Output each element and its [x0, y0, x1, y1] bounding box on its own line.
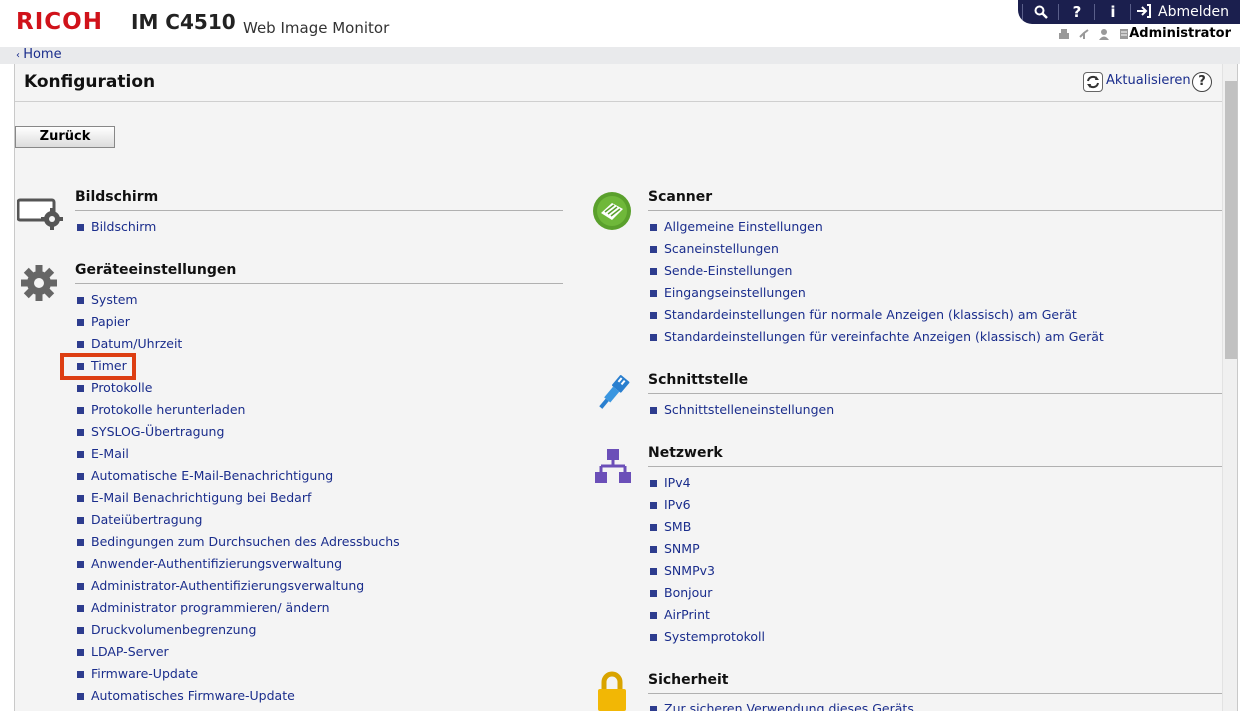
back-button[interactable]: Zurück [15, 126, 115, 148]
section-title-geraeteeinstellungen: Geräteeinstellungen [75, 262, 237, 278]
gear-icon [21, 265, 57, 301]
header: RICOH IM C4510 Web Image Monitor ? i Abm… [0, 0, 1240, 47]
link-interface-settings[interactable]: Schnittstelleneinstellungen [648, 399, 834, 421]
link-list-scanner: Allgemeine Einstellungen Scaneinstellung… [648, 216, 1104, 348]
scrollbar-thumb[interactable] [1225, 81, 1237, 359]
refresh-icon [1083, 72, 1103, 92]
link-default-simple-display[interactable]: Standardeinstellungen für vereinfachte A… [648, 326, 1104, 348]
search-icon [1034, 5, 1048, 19]
link-list-geraeteeinstellungen: System Papier Datum/Uhrzeit Timer Protok… [75, 289, 400, 707]
link-scan-settings[interactable]: Scaneinstellungen [648, 238, 1104, 260]
link-email[interactable]: E-Mail [75, 443, 400, 465]
link-bonjour[interactable]: Bonjour [648, 582, 765, 604]
model-name: IM C4510 [131, 10, 236, 34]
section-divider [75, 210, 563, 211]
link-bildschirm[interactable]: Bildschirm [75, 216, 156, 238]
link-list-bildschirm: Bildschirm [75, 216, 156, 238]
info-button[interactable]: i [1098, 0, 1128, 24]
search-button[interactable] [1026, 0, 1056, 24]
logout-icon [1137, 4, 1151, 18]
link-snmpv3[interactable]: SNMPv3 [648, 560, 765, 582]
ricoh-logo: RICOH [16, 9, 103, 35]
link-system[interactable]: System [75, 289, 400, 311]
refresh-label: Aktualisieren [1106, 73, 1191, 88]
section-divider [75, 283, 563, 284]
link-datum-uhrzeit[interactable]: Datum/Uhrzeit [75, 333, 400, 355]
section-divider [648, 210, 1222, 211]
link-papier[interactable]: Papier [75, 311, 400, 333]
product-name: Web Image Monitor [243, 19, 390, 37]
link-auto-firmware-update[interactable]: Automatisches Firmware-Update [75, 685, 400, 707]
network-icon [595, 449, 631, 483]
link-address-book-search[interactable]: Bedingungen zum Durchsuchen des Adressbu… [75, 531, 400, 553]
link-receive-settings[interactable]: Eingangseinstellungen [648, 282, 1104, 304]
link-firmware-update[interactable]: Firmware-Update [75, 663, 400, 685]
page-title: Konfiguration [24, 72, 156, 92]
scanner-icon [593, 192, 631, 230]
link-snmp[interactable]: SNMP [648, 538, 765, 560]
link-general-settings[interactable]: Allgemeine Einstellungen [648, 216, 1104, 238]
content-area: Konfiguration Aktualisieren ? Zurück Bil… [14, 64, 1238, 711]
cable-icon [599, 374, 630, 409]
lock-icon [598, 671, 626, 711]
link-ipv6[interactable]: IPv6 [648, 494, 765, 516]
link-protokolle-herunterladen[interactable]: Protokolle herunterladen [75, 399, 400, 421]
logout-button[interactable]: Abmelden [1136, 0, 1240, 24]
home-link[interactable]: ‹ Home [16, 47, 62, 62]
link-secure-usage[interactable]: Zur sicheren Verwendung dieses Geräts [648, 698, 914, 711]
link-send-settings[interactable]: Sende-Einstellungen [648, 260, 1104, 282]
section-title-schnittstelle: Schnittstelle [648, 372, 749, 388]
link-list-netzwerk: IPv4 IPv6 SMB SNMP SNMPv3 Bonjour AirPri… [648, 472, 765, 648]
help-icon[interactable]: ? [1192, 72, 1212, 92]
link-auto-email-notification[interactable]: Automatische E-Mail-Benachrichtigung [75, 465, 400, 487]
section-title-scanner: Scanner [648, 189, 713, 205]
network-status-icon [1079, 29, 1089, 39]
vertical-scrollbar[interactable] [1222, 64, 1237, 711]
link-system-log[interactable]: Systemprotokoll [648, 626, 765, 648]
logout-label: Abmelden [1158, 4, 1229, 20]
section-divider [648, 393, 1222, 394]
user-status-icon [1099, 29, 1109, 40]
link-default-normal-display[interactable]: Standardeinstellungen für normale Anzeig… [648, 304, 1104, 326]
link-email-on-demand[interactable]: E-Mail Benachrichtigung bei Bedarf [75, 487, 400, 509]
breadcrumb: ‹ Home [0, 47, 1240, 64]
help-button[interactable]: ? [1062, 0, 1092, 24]
link-print-volume[interactable]: Druckvolumenbegrenzung [75, 619, 400, 641]
link-airprint[interactable]: AirPrint [648, 604, 765, 626]
link-list-sicherheit: Zur sicheren Verwendung dieses Geräts [648, 698, 914, 711]
timer-highlight-box [60, 353, 136, 380]
link-admin-auth[interactable]: Administrator-Authentifizierungsverwaltu… [75, 575, 400, 597]
logged-in-user: Administrator [1129, 26, 1231, 41]
top-toolbar: ? i Abmelden [1018, 0, 1240, 24]
screen-settings-icon [17, 198, 63, 230]
link-syslog[interactable]: SYSLOG-Übertragung [75, 421, 400, 443]
help-icon: ? [1072, 3, 1082, 21]
link-ldap-server[interactable]: LDAP-Server [75, 641, 400, 663]
link-smb[interactable]: SMB [648, 516, 765, 538]
title-divider [15, 101, 1223, 102]
document-status-icon [1120, 29, 1128, 39]
section-title-bildschirm: Bildschirm [75, 189, 159, 205]
section-divider [648, 466, 1222, 467]
link-user-auth[interactable]: Anwender-Authentifizierungsverwaltung [75, 553, 400, 575]
link-ipv4[interactable]: IPv4 [648, 472, 765, 494]
info-icon: i [1110, 3, 1116, 21]
link-file-transfer[interactable]: Dateiübertragung [75, 509, 400, 531]
link-protokolle[interactable]: Protokolle [75, 377, 400, 399]
link-list-schnittstelle: Schnittstelleneinstellungen [648, 399, 834, 421]
section-divider [648, 693, 1222, 694]
section-title-sicherheit: Sicherheit [648, 672, 729, 688]
link-admin-program[interactable]: Administrator programmieren/ ändern [75, 597, 400, 619]
printer-status-icon [1059, 29, 1069, 39]
section-title-netzwerk: Netzwerk [648, 445, 723, 461]
